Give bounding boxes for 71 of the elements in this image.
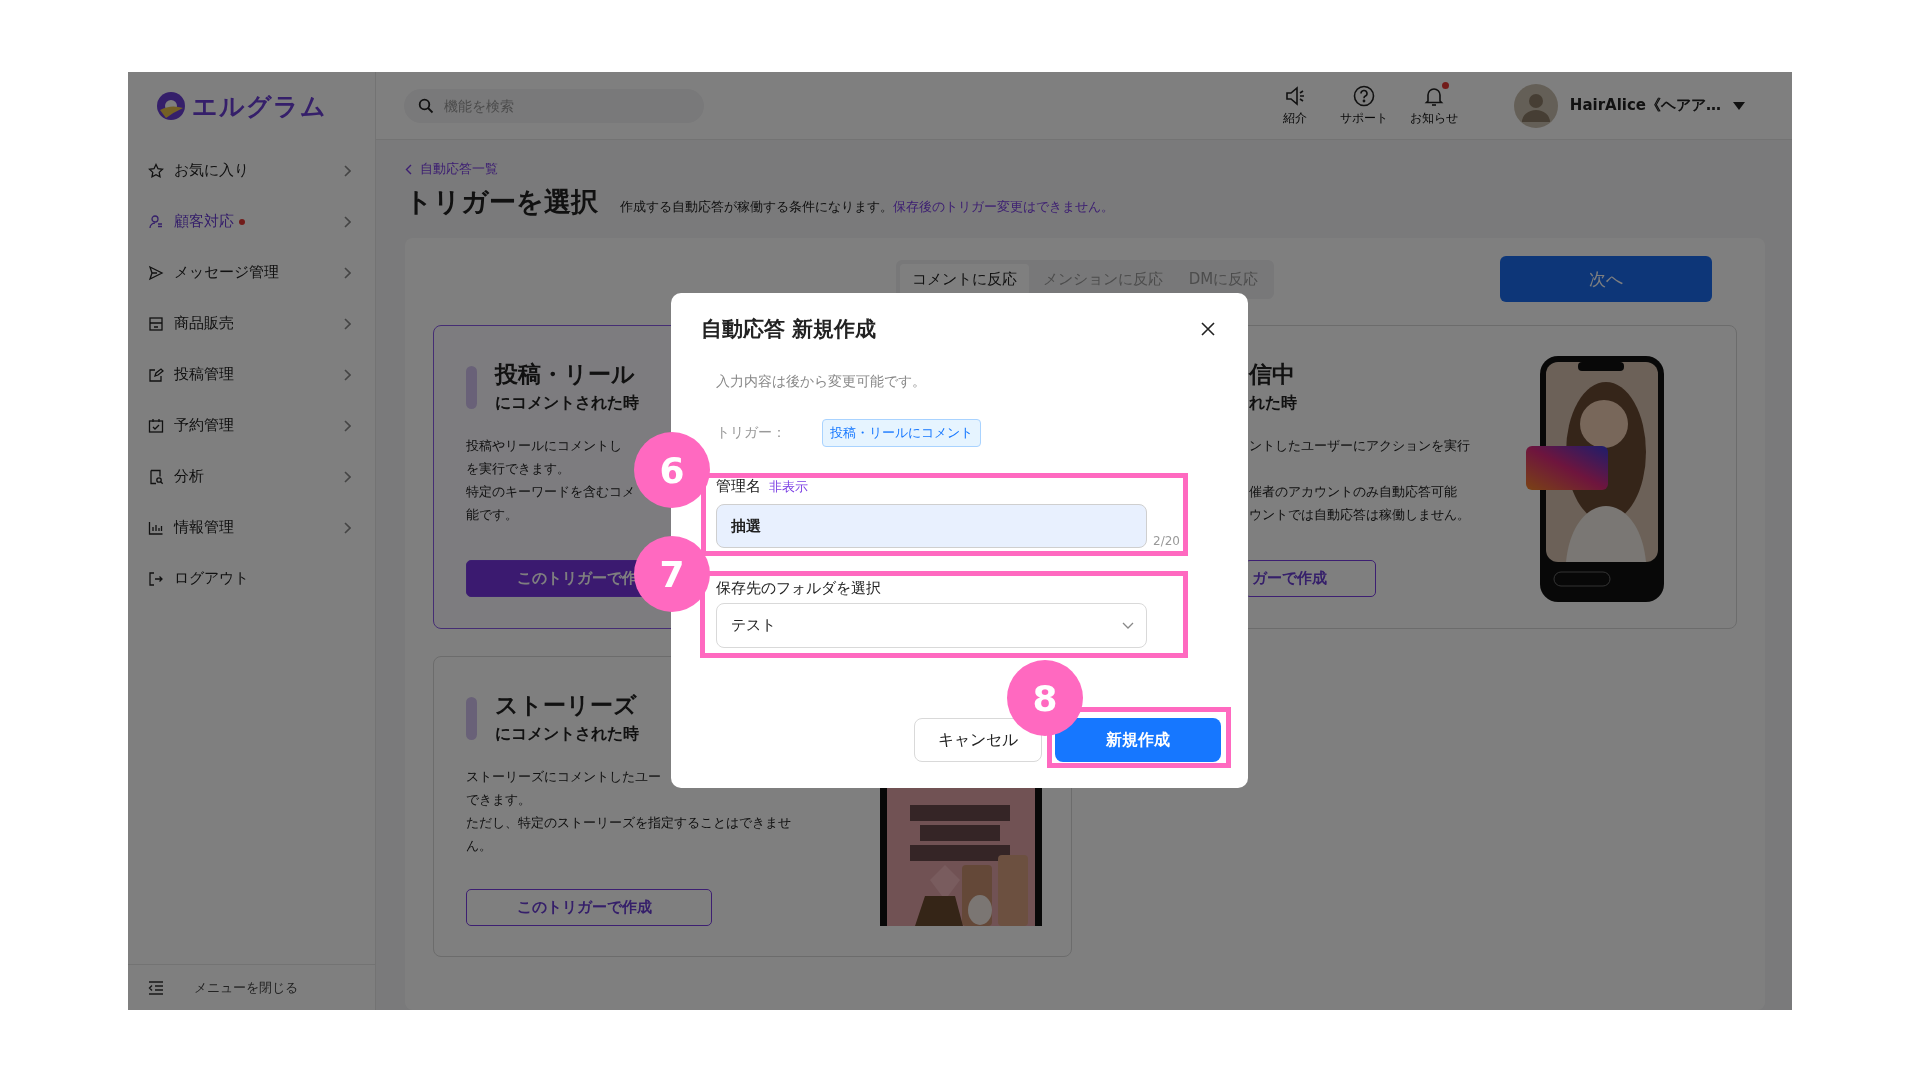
sidebar-item[interactable]: 予約管理 — [128, 400, 375, 451]
document-search-icon — [148, 468, 164, 485]
account-menu[interactable]: HairAlice《ヘアア… — [1513, 83, 1745, 128]
card-description: できます。 — [466, 791, 531, 809]
character-counter: 2/20 — [1153, 534, 1180, 548]
create-trigger-button[interactable]: このトリガーで作成 — [466, 889, 712, 926]
chevron-down-icon — [1122, 622, 1134, 629]
card-subtitle: にコメントされた時 — [495, 392, 639, 414]
help-icon — [1352, 84, 1375, 107]
avatar-icon — [1513, 83, 1558, 128]
card-description: ん。 — [466, 837, 492, 855]
card-description: ストーリーズにコメントしたユー — [466, 768, 661, 786]
user-icon — [148, 213, 164, 230]
bar-chart-icon — [148, 519, 164, 536]
card-description: 催者のアカウントのみ自動応答可能 — [1249, 483, 1457, 501]
card-description: ウントでは自動応答は稼働しません。 — [1249, 506, 1470, 524]
calendar-icon — [148, 417, 164, 434]
sidebar-item[interactable]: 情報管理 — [128, 502, 375, 553]
dialog-subtitle: 入力内容は後から変更可能です。 — [716, 373, 927, 391]
logout-icon — [148, 570, 164, 587]
logo-text: エルグラム — [192, 90, 327, 123]
sidebar-item[interactable]: 分析 — [128, 451, 375, 502]
hide-link[interactable]: 非表示 — [769, 478, 808, 496]
card-description: ただし、特定のストーリーズを指定することはできませ — [466, 814, 791, 832]
logo-icon — [156, 91, 186, 121]
page-title: トリガーを選択 — [405, 185, 598, 219]
field-label: 管理名 — [716, 477, 761, 496]
card-title: 投稿・リール — [495, 360, 636, 389]
caret-down-icon — [1733, 101, 1745, 110]
menu-fold-icon — [148, 980, 164, 995]
create-trigger-button[interactable]: ガーで作成 — [1245, 560, 1376, 597]
card-title: ストーリーズ — [495, 691, 638, 720]
card-description: 投稿やリールにコメントし — [466, 437, 622, 455]
sidebar-item[interactable]: 投稿管理 — [128, 349, 375, 400]
card-subtitle: にコメントされた時 — [495, 723, 639, 745]
card-description: を実行できます。 — [466, 460, 570, 478]
folder-select[interactable]: テスト — [716, 603, 1147, 648]
store-icon — [148, 315, 164, 332]
card-description: 特定のキーワードを含むコメ — [466, 483, 635, 501]
accent-bar — [466, 365, 477, 409]
toolbar-button[interactable]: 紹介 — [1271, 84, 1318, 127]
toolbar-button[interactable]: お知らせ — [1409, 84, 1458, 127]
megaphone-icon — [1283, 84, 1306, 107]
accent-bar — [466, 696, 477, 740]
trigger-label: トリガー： — [716, 424, 787, 442]
send-icon — [148, 264, 164, 281]
next-button[interactable]: 次へ — [1500, 256, 1712, 302]
sidebar-item[interactable]: 顧客対応 — [128, 196, 375, 247]
card-title: 信中 — [1249, 360, 1296, 389]
edit-icon — [148, 366, 164, 383]
create-button[interactable]: 新規作成 — [1055, 718, 1221, 762]
trigger-tag: 投稿・リールにコメント — [822, 419, 981, 447]
chevron-left-icon — [405, 163, 412, 175]
search-icon — [418, 97, 434, 114]
name-input-field[interactable]: 抽選 — [716, 504, 1147, 548]
toolbar-button[interactable]: サポート — [1339, 84, 1388, 127]
dialog-title: 自動応答 新規作成 — [701, 316, 877, 343]
sidebar-item[interactable]: 商品販売 — [128, 298, 375, 349]
close-icon[interactable] — [1201, 322, 1215, 336]
field-label: 保存先のフォルダを選択 — [716, 579, 882, 598]
star-icon — [148, 162, 164, 179]
collapse-menu-button[interactable]: メニューを閉じる — [128, 964, 375, 1010]
cancel-button[interactable]: キャンセル — [914, 718, 1042, 762]
sidebar-item[interactable]: ログアウト — [128, 553, 375, 604]
sidebar-item[interactable]: お気に入り — [128, 145, 375, 196]
sidebar-item[interactable]: メッセージ管理 — [128, 247, 375, 298]
tab[interactable]: コメントに反応 — [899, 263, 1029, 295]
card-description: 能です。 — [466, 506, 518, 524]
card-subtitle: れた時 — [1249, 392, 1297, 414]
card-description: ントしたユーザーにアクションを実行 — [1249, 437, 1470, 455]
page-description: 作成する自動応答が稼働する条件になります。保存後のトリガー変更はできません。 — [620, 198, 1114, 216]
